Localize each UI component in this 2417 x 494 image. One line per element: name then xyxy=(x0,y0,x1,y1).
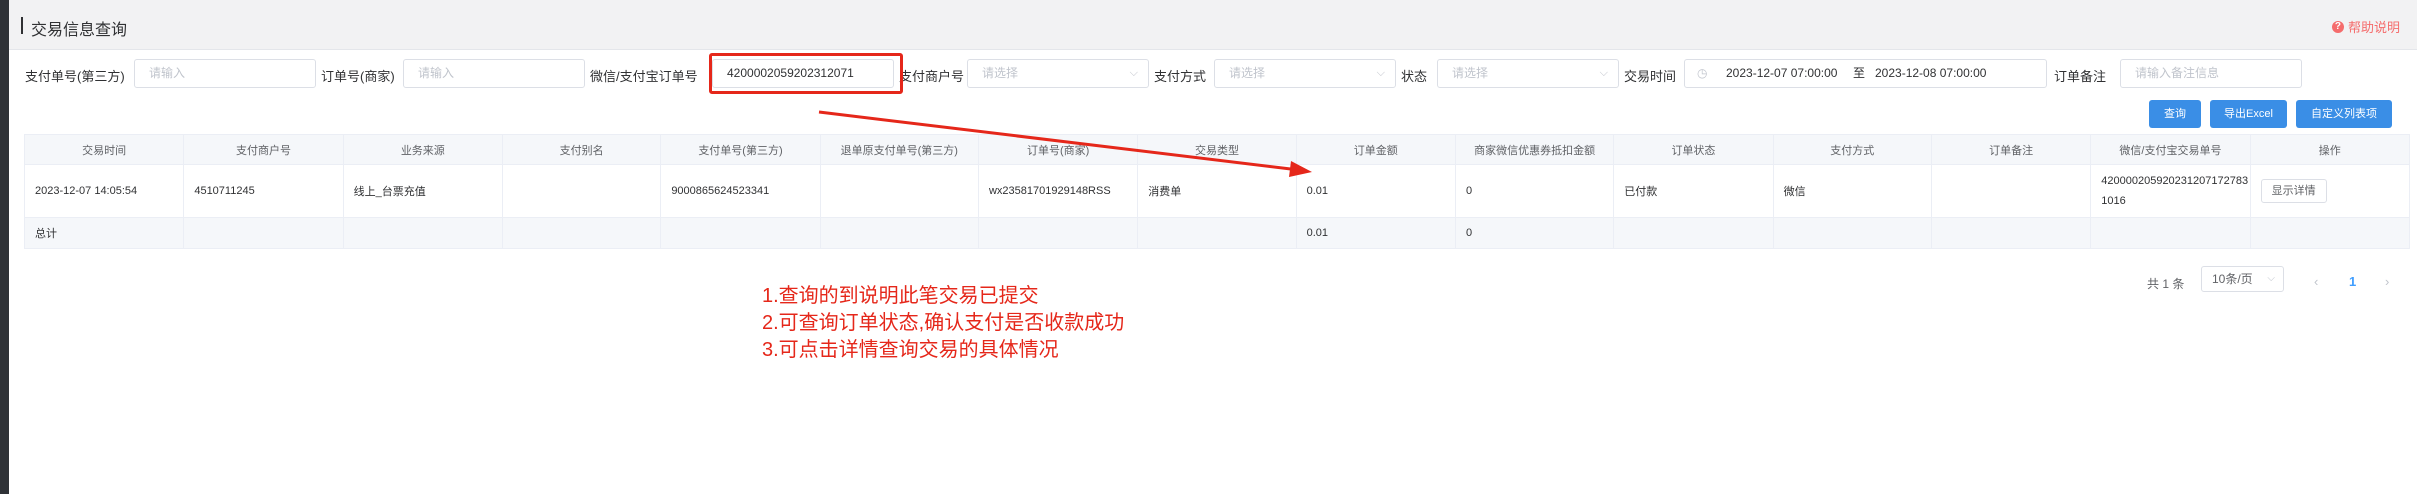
title-bar-mark xyxy=(21,17,23,34)
cell-alias xyxy=(501,164,662,218)
pay-no-input[interactable]: 请输入 xyxy=(134,59,316,88)
pay-no-label: 支付单号(第三方) xyxy=(25,69,125,84)
status-placeholder: 请选择 xyxy=(1452,66,1489,80)
prev-page-button[interactable]: ‹ xyxy=(2314,274,2318,289)
total-amount: 0.01 xyxy=(1295,217,1456,249)
cell-merchant-no: 4510711245 xyxy=(183,164,344,218)
cell-action: 显示详情 xyxy=(2249,164,2411,218)
column-header: 订单状态 xyxy=(1613,134,1774,165)
column-header: 订单金额 xyxy=(1295,134,1456,165)
status-select[interactable]: 请选择 ⌵ xyxy=(1437,59,1619,88)
chevron-down-icon: ⌵ xyxy=(1599,67,1608,79)
date-end[interactable]: 2023-12-08 07:00:00 xyxy=(1875,60,1986,87)
date-separator: 至 xyxy=(1853,66,1866,80)
column-header: 订单备注 xyxy=(1930,134,2092,165)
next-page-button[interactable]: › xyxy=(2385,274,2389,289)
column-header: 微信/支付宝交易单号 xyxy=(2090,134,2251,165)
total-row: 总计 0.01 0 xyxy=(23,217,2411,249)
column-header: 支付别名 xyxy=(501,134,662,165)
wx-order-label: 微信/支付宝订单号 xyxy=(590,69,698,84)
chevron-down-icon: ⌵ xyxy=(1376,67,1385,79)
column-header: 退单原支付单号(第三方) xyxy=(819,134,979,165)
cell-wx-trade-no: 4200002059202312071727831016 xyxy=(2090,164,2251,218)
page: 交易信息查询 ? 帮助说明 支付单号(第三方) 请输入 订单号(商家) 请输入 … xyxy=(9,0,2417,494)
table-header-row: 交易时间 支付商户号 业务来源 支付别名 支付单号(第三方) 退单原支付单号(第… xyxy=(23,134,2411,165)
remark-label: 订单备注 xyxy=(2054,69,2107,84)
cell-amount: 0.01 xyxy=(1295,164,1456,218)
help-link[interactable]: ? 帮助说明 xyxy=(2331,17,2400,36)
page-size-value: 10条/页 xyxy=(2212,272,2253,286)
query-button[interactable]: 查询 xyxy=(2149,100,2201,128)
column-header: 订单号(商家) xyxy=(977,134,1139,165)
left-edge-strip xyxy=(0,0,9,494)
cell-order-no: wx23581701929148RSS xyxy=(977,164,1139,218)
custom-columns-button[interactable]: 自定义列表项 xyxy=(2296,100,2392,128)
cell-refund-no xyxy=(819,164,979,218)
status-label: 状态 xyxy=(1401,69,1428,84)
help-label: 帮助说明 xyxy=(2347,20,2400,35)
column-header: 支付方式 xyxy=(1772,134,1932,165)
note-1: 1.查询的到说明此笔交易已提交 xyxy=(762,285,1039,307)
cell-source: 线上_台票充值 xyxy=(342,164,503,218)
page-header: 交易信息查询 ? 帮助说明 xyxy=(9,0,2417,50)
page-size-select[interactable]: 10条/页 ⌵ xyxy=(2201,266,2284,292)
table-row: 2023-12-07 14:05:54 4510711245 线上_台票充值 9… xyxy=(23,164,2411,218)
trade-time-range[interactable]: ◷ 2023-12-07 07:00:00 至 2023-12-08 07:00… xyxy=(1684,59,2047,88)
transactions-table: 交易时间 支付商户号 业务来源 支付别名 支付单号(第三方) 退单原支付单号(第… xyxy=(23,134,2411,249)
column-header: 业务来源 xyxy=(342,134,503,165)
note-2: 2.可查询订单状态,确认支付是否收款成功 xyxy=(762,312,1125,334)
pagination-total: 共 1 条 xyxy=(2147,277,2185,291)
cell-trade-time: 2023-12-07 14:05:54 xyxy=(23,164,185,218)
pay-method-select[interactable]: 请选择 ⌵ xyxy=(1214,59,1396,88)
order-no-input[interactable]: 请输入 xyxy=(403,59,585,88)
column-header: 支付商户号 xyxy=(183,134,344,165)
merchant-label: 支付商户号 xyxy=(899,69,965,84)
merchant-placeholder: 请选择 xyxy=(982,66,1019,80)
pay-method-placeholder: 请选择 xyxy=(1229,66,1266,80)
chevron-down-icon: ⌵ xyxy=(2267,273,2275,284)
total-label: 总计 xyxy=(23,217,185,249)
column-header: 操作 xyxy=(2249,134,2411,165)
clock-icon: ◷ xyxy=(1697,66,1708,80)
cell-status: 已付款 xyxy=(1613,164,1774,218)
column-header: 交易类型 xyxy=(1137,134,1297,165)
column-header: 支付单号(第三方) xyxy=(660,134,821,165)
cell-method: 微信 xyxy=(1772,164,1932,218)
order-no-label: 订单号(商家) xyxy=(321,69,395,84)
cell-trade-type: 消费单 xyxy=(1137,164,1297,218)
page-title: 交易信息查询 xyxy=(31,22,128,39)
cell-remark xyxy=(1930,164,2092,218)
show-detail-button[interactable]: 显示详情 xyxy=(2260,179,2327,203)
cell-coupon: 0 xyxy=(1454,164,1615,218)
column-header: 交易时间 xyxy=(23,134,185,165)
merchant-select[interactable]: 请选择 ⌵ xyxy=(967,59,1149,88)
page-number-current[interactable]: 1 xyxy=(2349,274,2356,289)
cell-pay-no: 9000865624523341 xyxy=(660,164,821,218)
question-icon: ? xyxy=(2331,20,2344,33)
column-header: 商家微信优惠券抵扣金额 xyxy=(1454,134,1615,165)
trade-time-label: 交易时间 xyxy=(1624,69,1677,84)
chevron-down-icon: ⌵ xyxy=(1129,67,1138,79)
annotation-notes: 1.查询的到说明此笔交易已提交 2.可查询订单状态,确认支付是否收款成功 3.可… xyxy=(762,283,1124,364)
date-start[interactable]: 2023-12-07 07:00:00 xyxy=(1726,60,1837,87)
pay-method-label: 支付方式 xyxy=(1154,69,1207,84)
export-excel-button[interactable]: 导出Excel xyxy=(2210,100,2287,128)
total-coupon: 0 xyxy=(1454,217,1615,249)
note-3: 3.可点击详情查询交易的具体情况 xyxy=(762,339,1059,361)
highlight-box xyxy=(709,53,903,94)
remark-input[interactable]: 请输入备注信息 xyxy=(2120,59,2302,88)
